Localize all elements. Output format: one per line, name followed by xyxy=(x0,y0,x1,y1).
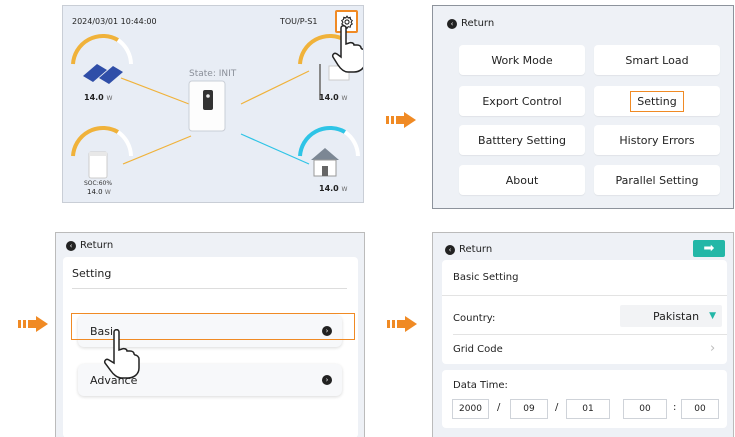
dropdown-arrow-icon: ▼ xyxy=(709,311,716,321)
setting-panel: ‹ Return Setting Basic › Advance › xyxy=(55,232,365,437)
grid-code-label: Grid Code xyxy=(453,344,503,355)
inverter-icon xyxy=(188,80,226,132)
grid-code-row[interactable]: Grid Code › xyxy=(442,335,727,364)
flow-arrow-icon xyxy=(387,316,417,332)
chevron-right-icon: › xyxy=(322,375,332,385)
flow-arrow-icon xyxy=(18,316,48,332)
battery-icon xyxy=(88,151,108,179)
setting-highlight: Setting xyxy=(630,90,684,112)
solar-panel-icon xyxy=(83,64,123,84)
grid-power-value: 14.0 W xyxy=(319,184,348,193)
pv-power-value: 14.0 W xyxy=(84,93,113,102)
parallel-setting-button[interactable]: Parallel Setting xyxy=(594,165,720,195)
house-icon xyxy=(311,148,339,177)
setting-button[interactable]: Setting xyxy=(594,86,720,116)
hour-field[interactable]: 00 xyxy=(623,399,667,419)
divider xyxy=(72,288,347,289)
work-mode-button[interactable]: Work Mode xyxy=(459,45,585,75)
country-label: Country: xyxy=(453,313,496,324)
pointing-hand-icon xyxy=(332,25,363,73)
minute-field[interactable]: 00 xyxy=(681,399,719,419)
date-separator: / xyxy=(555,402,559,413)
basic-setting-card: Basic Setting Country: Pakistan ▼ Grid C… xyxy=(442,260,727,364)
data-time-label: Data Time: xyxy=(453,380,508,391)
load-power-value: 14.0 W xyxy=(319,93,348,102)
energy-flow-diagram xyxy=(71,33,360,179)
menu-panel: ‹ Return Work Mode Smart Load Export Con… xyxy=(432,5,734,209)
country-select[interactable]: Pakistan ▼ xyxy=(620,305,722,327)
return-button[interactable]: ‹ Return xyxy=(445,244,492,255)
home-dashboard-panel: 2024/03/01 10:44:00 TOU/P-S1 State: INIT… xyxy=(62,5,364,203)
time-separator: : xyxy=(673,402,677,413)
back-icon: ‹ xyxy=(66,240,76,251)
arrow-right-icon: ➡ xyxy=(703,241,715,256)
chevron-right-icon: › xyxy=(710,341,716,356)
month-field[interactable]: 09 xyxy=(510,399,548,419)
section-title: Basic Setting xyxy=(453,272,519,283)
basic-setting-panel: ‹ Return ➡ Basic Setting Country: Pakist… xyxy=(432,232,734,437)
back-icon: ‹ xyxy=(445,244,455,255)
day-field[interactable]: 01 xyxy=(566,399,610,419)
pointing-hand-icon xyxy=(104,329,140,379)
return-button[interactable]: ‹ Return xyxy=(66,240,113,251)
next-button[interactable]: ➡ xyxy=(693,240,725,257)
battery-soc-label: SOC:60% xyxy=(84,180,113,187)
year-field[interactable]: 2000 xyxy=(452,399,489,419)
page-title: Setting xyxy=(72,267,112,280)
smart-load-button[interactable]: Smart Load xyxy=(594,45,720,75)
export-control-button[interactable]: Export Control xyxy=(459,86,585,116)
system-state-label: State: INIT xyxy=(189,69,237,79)
back-icon: ‹ xyxy=(447,18,457,29)
battery-power-value: 14.0 W xyxy=(87,188,111,196)
date-separator: / xyxy=(497,402,501,413)
divider xyxy=(442,295,727,296)
about-button[interactable]: About xyxy=(459,165,585,195)
return-button[interactable]: ‹ Return xyxy=(447,18,494,29)
battery-setting-button[interactable]: Batttery Setting xyxy=(459,125,585,155)
flow-arrow-icon xyxy=(386,112,416,128)
history-errors-button[interactable]: History Errors xyxy=(594,125,720,155)
